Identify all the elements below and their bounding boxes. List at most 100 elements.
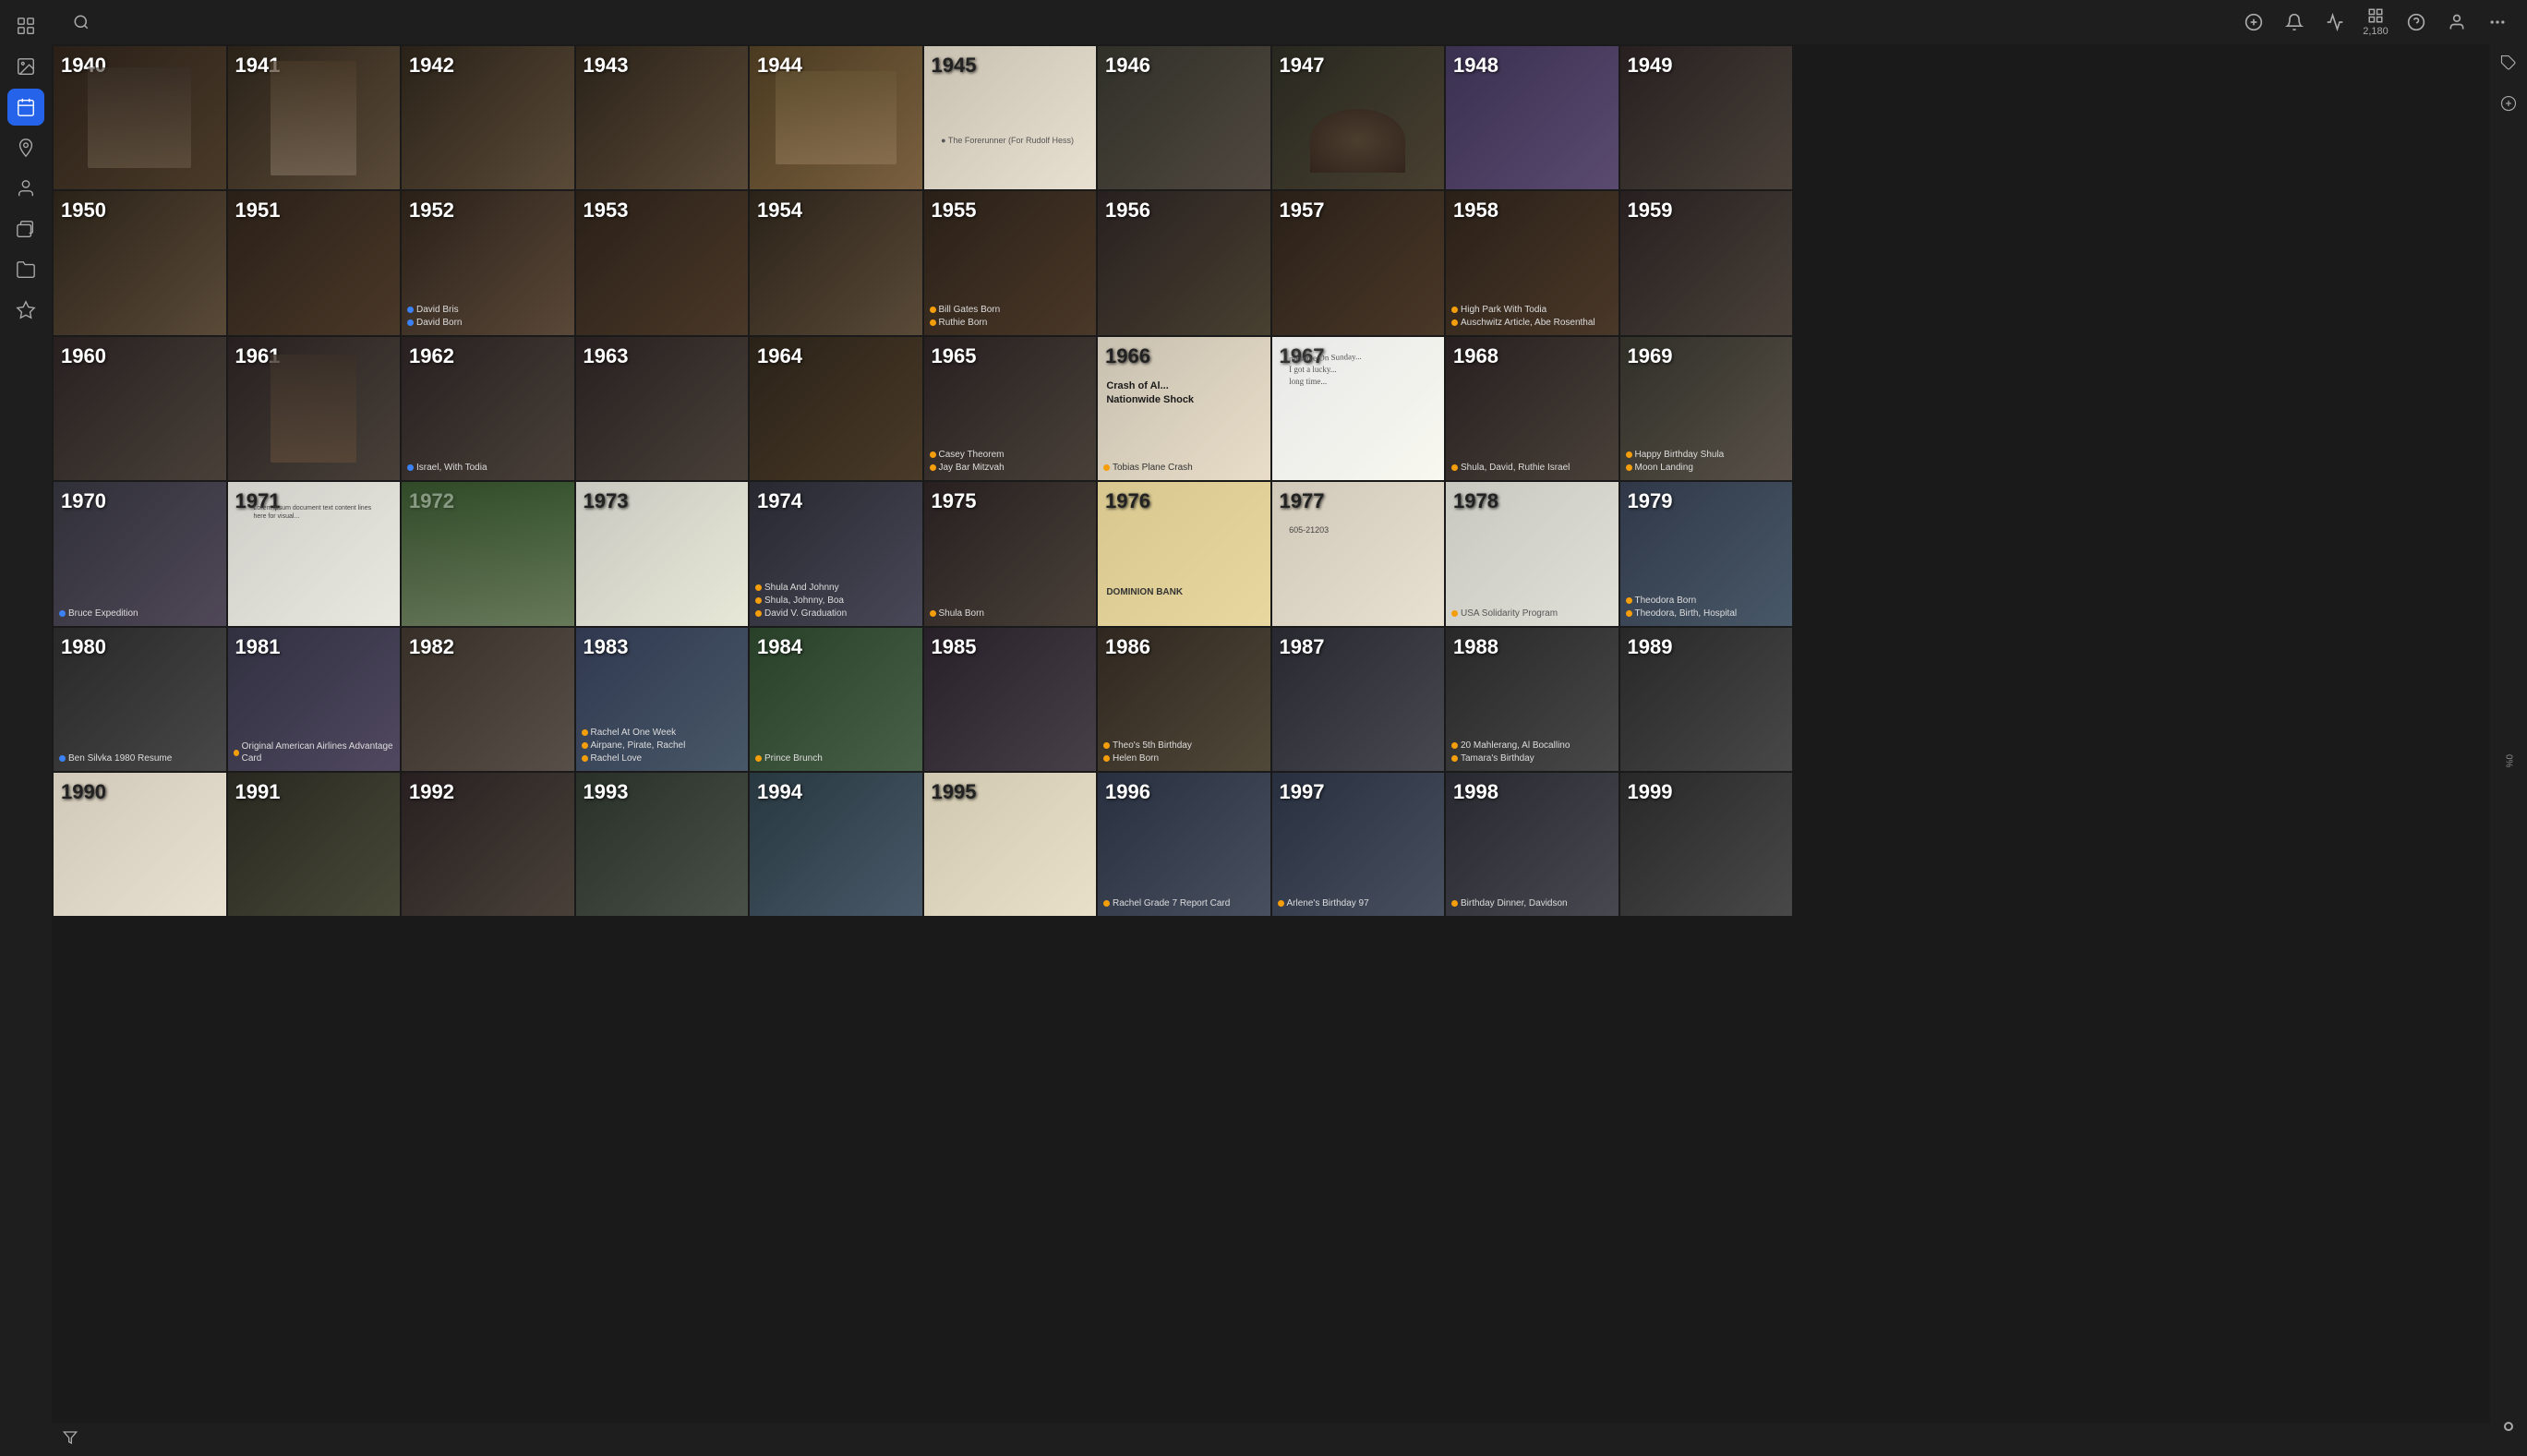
photo-cell-1987[interactable]: 1987: [1272, 628, 1445, 771]
photo-cell-1997[interactable]: 1997 Arlene's Birthday 97: [1272, 773, 1445, 916]
sidebar-item-folders[interactable]: [7, 251, 44, 288]
year-label-1982: 1982: [409, 635, 454, 659]
photo-cell-1968[interactable]: 1968 Shula, David, Ruthie Israel: [1446, 337, 1618, 480]
photo-cell-1980[interactable]: 1980 Ben Silvka 1980 Resume: [54, 628, 226, 771]
photo-cell-1956[interactable]: 1956: [1098, 191, 1270, 334]
sidebar-item-people[interactable]: [7, 170, 44, 207]
photo-cell-1961[interactable]: 1961: [228, 337, 401, 480]
caption-1965-2: Jay Bar Mitzvah: [939, 462, 1005, 474]
photo-cell-1955[interactable]: 1955 Bill Gates Born Ruthie Born: [924, 191, 1097, 334]
photo-cell-1948[interactable]: 1948: [1446, 46, 1618, 189]
photo-cell-1940[interactable]: 1940: [54, 46, 226, 189]
sidebar-item-timeline[interactable]: [7, 89, 44, 126]
caption-1988-1: 20 Mahlerang, Al Bocallino: [1461, 740, 1570, 752]
photo-cell-1952[interactable]: 1952 David Bris David Born: [402, 191, 574, 334]
photo-cell-1982[interactable]: 1982: [402, 628, 574, 771]
year-label-1956: 1956: [1105, 199, 1150, 223]
sidebar-item-photos[interactable]: [7, 48, 44, 85]
bell-button[interactable]: [2280, 7, 2309, 37]
year-label-1986: 1986: [1105, 635, 1150, 659]
sidebar-item-albums[interactable]: [7, 211, 44, 247]
photo-cell-1953[interactable]: 1953: [576, 191, 749, 334]
photo-cell-1979[interactable]: 1979 Theodora Born Theodora, Birth, Hosp…: [1620, 482, 1793, 625]
caption-1966: Tobias Plane Crash: [1103, 462, 1265, 475]
layout-button[interactable]: 2,180: [2361, 7, 2390, 37]
photo-cell-1963[interactable]: 1963: [576, 337, 749, 480]
caption-1984-1: Prince Brunch: [764, 752, 823, 764]
photo-cell-1991[interactable]: 1991: [228, 773, 401, 916]
photo-cell-1999[interactable]: 1999: [1620, 773, 1793, 916]
caption-1955-1: Bill Gates Born: [939, 304, 1001, 316]
photo-cell-1986[interactable]: 1986 Theo's 5th Birthday Helen Born: [1098, 628, 1270, 771]
tags-icon[interactable]: [2494, 48, 2523, 78]
photo-cell-1954[interactable]: 1954: [750, 191, 922, 334]
photo-cell-1981[interactable]: 1981 Original American Airlines Advantag…: [228, 628, 401, 771]
photo-cell-1990[interactable]: 1990: [54, 773, 226, 916]
year-label-1976: 1976: [1105, 489, 1150, 513]
caption-1984: Prince Brunch: [755, 752, 917, 765]
sidebar-item-map[interactable]: [7, 129, 44, 166]
photo-cell-1945[interactable]: 1945 ● The Forerunner (For Rudolf Hess): [924, 46, 1097, 189]
account-button[interactable]: [2442, 7, 2472, 37]
photo-cell-1984[interactable]: 1984 Prince Brunch: [750, 628, 922, 771]
sidebar-item-stories[interactable]: [7, 7, 44, 44]
photo-cell-1951[interactable]: 1951: [228, 191, 401, 334]
photo-cell-1950[interactable]: 1950: [54, 191, 226, 334]
photo-cell-1960[interactable]: 1960: [54, 337, 226, 480]
scroll-indicator[interactable]: [2494, 1412, 2523, 1441]
photo-cell-1971[interactable]: 1971 Lorem ipsum document text content l…: [228, 482, 401, 625]
add-button[interactable]: [2239, 7, 2268, 37]
add-circle-icon[interactable]: [2494, 89, 2523, 118]
photo-cell-1957[interactable]: 1957: [1272, 191, 1445, 334]
photo-cell-1998[interactable]: 1998 Birthday Dinner, Davidson: [1446, 773, 1618, 916]
year-label-1946: 1946: [1105, 54, 1150, 78]
filter-icon[interactable]: [63, 1430, 78, 1450]
photo-cell-1958[interactable]: 1958 High Park With Todia Auschwitz Arti…: [1446, 191, 1618, 334]
year-label-1975: 1975: [932, 489, 977, 513]
photo-cell-1977[interactable]: 1977 605-21203: [1272, 482, 1445, 625]
photo-cell-1969[interactable]: 1969 Happy Birthday Shula Moon Landing: [1620, 337, 1793, 480]
photo-cell-1994[interactable]: 1994: [750, 773, 922, 916]
photo-cell-1946[interactable]: 1946: [1098, 46, 1270, 189]
photo-cell-1992[interactable]: 1992: [402, 773, 574, 916]
photo-cell-1993[interactable]: 1993: [576, 773, 749, 916]
caption-1974: Shula And Johnny Shula, Johnny, Boa Davi…: [755, 582, 917, 620]
photo-cell-1967[interactable]: 1967 myselve On Sunday... I got a lucky.…: [1272, 337, 1445, 480]
photo-cell-1962[interactable]: 1962 Israel, With Todia: [402, 337, 574, 480]
photo-cell-1944[interactable]: 1944: [750, 46, 922, 189]
photo-cell-1973[interactable]: 1973: [576, 482, 749, 625]
photo-cell-1966[interactable]: 1966 Crash of Al...Nationwide Shock Tobi…: [1098, 337, 1270, 480]
photo-cell-1988[interactable]: 1988 20 Mahlerang, Al Bocallino Tamara's…: [1446, 628, 1618, 771]
photo-cell-1996[interactable]: 1996 Rachel Grade 7 Report Card: [1098, 773, 1270, 916]
year-label-1965: 1965: [932, 344, 977, 368]
year-label-1974: 1974: [757, 489, 802, 513]
photo-cell-1978[interactable]: 1978 USA Solidarity Program: [1446, 482, 1618, 625]
photo-cell-1995[interactable]: 1995: [924, 773, 1097, 916]
search-button[interactable]: [66, 7, 96, 37]
activity-button[interactable]: [2320, 7, 2350, 37]
photo-cell-1985[interactable]: 1985: [924, 628, 1097, 771]
year-label-1966: 1966: [1105, 344, 1150, 368]
photo-cell-1974[interactable]: 1974 Shula And Johnny Shula, Johnny, Boa…: [750, 482, 922, 625]
year-label-1984: 1984: [757, 635, 802, 659]
photo-cell-1949[interactable]: 1949: [1620, 46, 1793, 189]
photo-cell-1941[interactable]: 1941: [228, 46, 401, 189]
photo-cell-1972[interactable]: 1972: [402, 482, 574, 625]
help-button[interactable]: [2401, 7, 2431, 37]
photo-cell-1976[interactable]: 1976 DOMINION BANK: [1098, 482, 1270, 625]
photo-cell-1947[interactable]: 1947: [1272, 46, 1445, 189]
photo-cell-1989[interactable]: 1989: [1620, 628, 1793, 771]
photo-cell-1959[interactable]: 1959: [1620, 191, 1793, 334]
photo-cell-1975[interactable]: 1975 Shula Born: [924, 482, 1097, 625]
photo-cell-1964[interactable]: 1964: [750, 337, 922, 480]
photo-cell-1943[interactable]: 1943: [576, 46, 749, 189]
year-label-1954: 1954: [757, 199, 802, 223]
header: 2,180: [52, 0, 2527, 44]
header-right: 2,180: [2239, 7, 2512, 37]
photo-cell-1965[interactable]: 1965 Casey Theorem Jay Bar Mitzvah: [924, 337, 1097, 480]
sidebar-item-activity[interactable]: [7, 292, 44, 329]
more-button[interactable]: [2483, 7, 2512, 37]
photo-cell-1970[interactable]: 1970 Bruce Expedition: [54, 482, 226, 625]
photo-cell-1983[interactable]: 1983 Rachel At One Week Airpane, Pirate,…: [576, 628, 749, 771]
photo-cell-1942[interactable]: 1942: [402, 46, 574, 189]
